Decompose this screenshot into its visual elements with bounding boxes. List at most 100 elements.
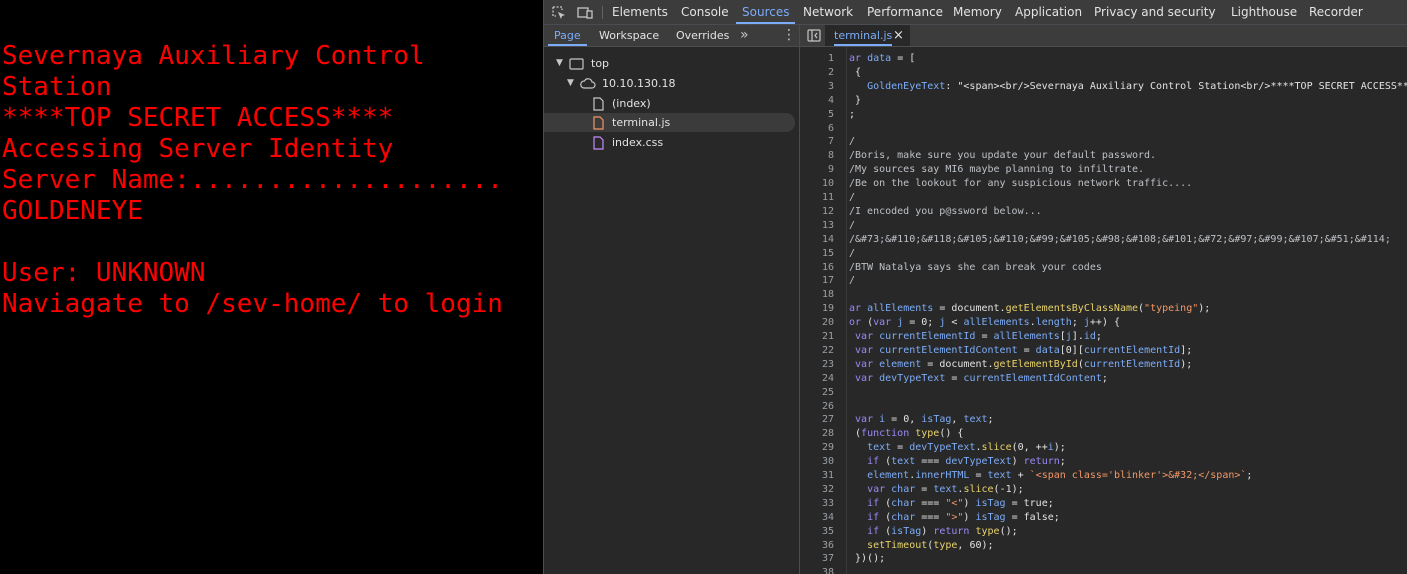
code-line: 7/ bbox=[800, 135, 1407, 149]
editor-tabbar: terminal.js × bbox=[800, 25, 1407, 47]
code-text: var currentElementIdContent = data[0][cu… bbox=[855, 344, 1193, 356]
code-text: GoldenEyeText: "<span><br/>Severnaya Aux… bbox=[867, 80, 1407, 92]
code-line: 13 / bbox=[800, 219, 1407, 233]
line-number[interactable]: 24 bbox=[800, 372, 834, 386]
line-number[interactable]: 8 bbox=[800, 149, 834, 163]
tree-item-index[interactable]: (index) bbox=[544, 94, 799, 113]
line-number[interactable]: 27 bbox=[800, 413, 834, 427]
line-number[interactable]: 3 bbox=[800, 80, 834, 94]
tab-performance[interactable]: Performance bbox=[867, 0, 943, 24]
devtools-panel: Elements Console Sources Network Performance… bbox=[543, 0, 1407, 574]
line-number[interactable]: 13 bbox=[800, 219, 834, 233]
line-number[interactable]: 11 bbox=[800, 191, 834, 205]
line-number[interactable]: 17 bbox=[800, 274, 834, 288]
line-number[interactable]: 4 bbox=[800, 94, 834, 108]
tree-label: terminal.js bbox=[612, 116, 671, 129]
line-number[interactable]: 29 bbox=[800, 441, 834, 455]
code-line: 21 var currentElementId = allElements[j]… bbox=[800, 330, 1407, 344]
tab-console[interactable]: Console bbox=[681, 0, 729, 24]
line-number[interactable]: 37 bbox=[800, 552, 834, 566]
code-line: 29 text = devTypeText.slice(0, ++i); bbox=[800, 441, 1407, 455]
line-number[interactable]: 21 bbox=[800, 330, 834, 344]
terminal-page: Severnaya Auxiliary Control Station ****TO… bbox=[0, 0, 543, 574]
code-line: 16/BTW Natalya says she can break your c… bbox=[800, 261, 1407, 275]
code-text: ar allElements = document.getElementsByC… bbox=[849, 303, 1211, 315]
line-number[interactable]: 18 bbox=[800, 288, 834, 302]
line-number[interactable]: 6 bbox=[800, 122, 834, 136]
code-text: / bbox=[849, 219, 856, 231]
line-number[interactable]: 35 bbox=[800, 525, 834, 539]
line-number[interactable]: 5 bbox=[800, 108, 834, 122]
line-number[interactable]: 9 bbox=[800, 163, 834, 177]
code-line: 17 / bbox=[800, 274, 1407, 288]
line-number[interactable]: 7 bbox=[800, 135, 834, 149]
line-number[interactable]: 26 bbox=[800, 400, 834, 414]
tab-privacy-and-security[interactable]: Privacy and security bbox=[1094, 0, 1216, 24]
inspect-element-icon[interactable] bbox=[552, 5, 568, 19]
code-line: 35 if (isTag) return type(); bbox=[800, 525, 1407, 539]
code-line: 28 (function type() { bbox=[800, 427, 1407, 441]
code-line: 32 var char = text.slice(-1); bbox=[800, 483, 1407, 497]
line-number[interactable]: 2 bbox=[800, 66, 834, 80]
line-number[interactable]: 12 bbox=[800, 205, 834, 219]
frame-icon bbox=[569, 58, 584, 70]
js-file-icon bbox=[593, 116, 604, 130]
line-number[interactable]: 1 bbox=[800, 52, 834, 66]
tree-item-top[interactable]: ▼ top bbox=[544, 54, 799, 73]
chevron-double-right-icon[interactable]: » bbox=[740, 25, 749, 46]
tree-item-terminal-js[interactable]: terminal.js bbox=[544, 113, 795, 132]
file-tab-terminal-js[interactable]: terminal.js × bbox=[825, 25, 910, 46]
line-number[interactable]: 28 bbox=[800, 427, 834, 441]
code-line: 36 setTimeout(type, 60); bbox=[800, 539, 1407, 553]
line-number[interactable]: 22 bbox=[800, 344, 834, 358]
line-number[interactable]: 16 bbox=[800, 261, 834, 275]
tab-recorder[interactable]: Recorder bbox=[1309, 0, 1363, 24]
tab-memory[interactable]: Memory bbox=[953, 0, 1002, 24]
tab-workspace[interactable]: Workspace bbox=[599, 25, 659, 46]
css-file-icon bbox=[593, 136, 604, 150]
line-number[interactable]: 33 bbox=[800, 497, 834, 511]
line-number[interactable]: 20 bbox=[800, 316, 834, 330]
device-toolbar-icon[interactable] bbox=[577, 5, 593, 19]
line-number[interactable]: 15 bbox=[800, 247, 834, 261]
tab-application[interactable]: Application bbox=[1015, 0, 1082, 24]
tree-label: 10.10.130.18 bbox=[602, 77, 676, 90]
line-number[interactable]: 36 bbox=[800, 539, 834, 553]
code-text: var char = text.slice(-1); bbox=[867, 483, 1024, 495]
line-number[interactable]: 30 bbox=[800, 455, 834, 469]
code-text: if (isTag) return type(); bbox=[867, 525, 1018, 537]
toggle-navigator-icon[interactable] bbox=[807, 29, 821, 42]
tab-page[interactable]: Page bbox=[548, 25, 587, 46]
tree-item-index-css[interactable]: index.css bbox=[544, 133, 799, 152]
line-number[interactable]: 25 bbox=[800, 386, 834, 400]
code-line: 19 ar allElements = document.getElementsB… bbox=[800, 302, 1407, 316]
tree-label: index.css bbox=[612, 136, 664, 149]
triangle-expanded-icon: ▼ bbox=[556, 58, 563, 68]
code-line: 37 })(); bbox=[800, 552, 1407, 566]
line-number[interactable]: 19 bbox=[800, 302, 834, 316]
code-line: 2 { bbox=[800, 66, 1407, 80]
code-area[interactable]: 1 ar data = [2 {3 GoldenEyeText: "<span><… bbox=[800, 47, 1407, 574]
source-editor: terminal.js × 1 ar data = [2 {3 GoldenEye… bbox=[800, 25, 1407, 574]
tab-network[interactable]: Network bbox=[803, 0, 853, 24]
tab-sources[interactable]: Sources bbox=[735, 0, 797, 24]
triangle-expanded-icon: ▼ bbox=[567, 78, 574, 88]
line-number[interactable]: 23 bbox=[800, 358, 834, 372]
code-line: 22 var currentElementIdContent = data[0]… bbox=[800, 344, 1407, 358]
code-line: 18 bbox=[800, 288, 1407, 302]
line-number[interactable]: 10 bbox=[800, 177, 834, 191]
tree-item-host[interactable]: ▼ 10.10.130.18 bbox=[544, 74, 799, 93]
line-number[interactable]: 31 bbox=[800, 469, 834, 483]
tab-elements[interactable]: Elements bbox=[612, 0, 668, 24]
kebab-menu-icon[interactable]: ⋮ bbox=[782, 25, 796, 46]
tab-lighthouse[interactable]: Lighthouse bbox=[1231, 0, 1297, 24]
tab-overrides[interactable]: Overrides bbox=[676, 25, 729, 46]
line-number[interactable]: 38 bbox=[800, 566, 834, 574]
line-number[interactable]: 32 bbox=[800, 483, 834, 497]
close-icon[interactable]: × bbox=[893, 26, 904, 45]
code-line: 15 / bbox=[800, 247, 1407, 261]
line-number[interactable]: 14 bbox=[800, 233, 834, 247]
code-text: or (var j = 0; j < allElements.length; j… bbox=[849, 317, 1121, 329]
line-number[interactable]: 34 bbox=[800, 511, 834, 525]
tree-label: (index) bbox=[612, 97, 651, 110]
